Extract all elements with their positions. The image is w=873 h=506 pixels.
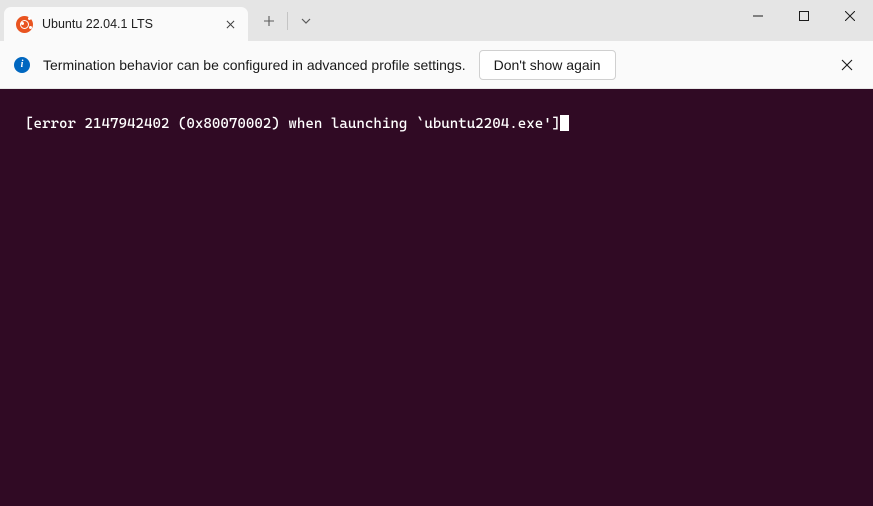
info-message: Termination behavior can be configured i… (43, 57, 466, 73)
terminal-tab[interactable]: Ubuntu 22.04.1 LTS (4, 7, 248, 41)
tab-dropdown-button[interactable] (291, 6, 321, 36)
minimize-icon (753, 11, 763, 21)
maximize-button[interactable] (781, 0, 827, 32)
maximize-icon (799, 11, 809, 21)
window-controls (735, 0, 873, 41)
titlebar: Ubuntu 22.04.1 LTS (0, 0, 873, 41)
info-icon: i (14, 57, 30, 73)
minimize-button[interactable] (735, 0, 781, 32)
close-icon (226, 20, 235, 29)
tab-title: Ubuntu 22.04.1 LTS (42, 17, 213, 31)
dont-show-again-button[interactable]: Don't show again (479, 50, 616, 80)
terminal-output-line: [error 2147942402 (0x80070002) when laun… (25, 116, 560, 132)
info-bar: i Termination behavior can be configured… (0, 41, 873, 89)
new-tab-button[interactable] (254, 6, 284, 36)
plus-icon (263, 15, 275, 27)
close-icon (845, 11, 855, 21)
window-close-button[interactable] (827, 0, 873, 32)
terminal-pane[interactable]: [error 2147942402 (0x80070002) when laun… (0, 89, 873, 506)
terminal-cursor (560, 115, 569, 131)
tab-divider (287, 12, 288, 30)
tab-close-button[interactable] (222, 16, 238, 32)
chevron-down-icon (301, 18, 311, 24)
tabbar-controls (248, 0, 321, 41)
infobar-close-button[interactable] (835, 53, 859, 77)
close-icon (841, 59, 853, 71)
ubuntu-icon (16, 16, 33, 33)
